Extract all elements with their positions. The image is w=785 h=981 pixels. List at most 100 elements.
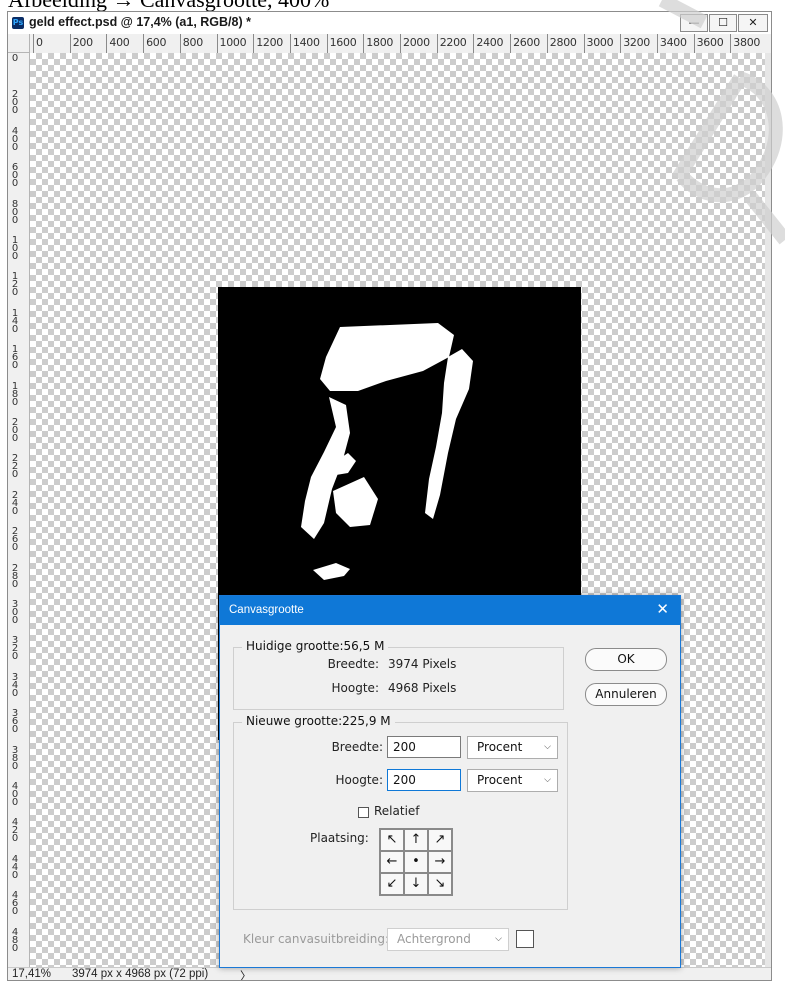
maximize-button[interactable]: ☐ xyxy=(709,14,737,32)
ruler-top-label: 2400 xyxy=(476,36,504,49)
ruler-top-label: 3000 xyxy=(586,36,614,49)
height-unit-select[interactable]: Procent ⌵ xyxy=(467,769,558,792)
ruler-top-label: 800 xyxy=(182,36,203,49)
vertical-ruler[interactable]: 0 2 0 0 4 0 0 6 0 0 8 0 0 1 0 0 1 2 0 1 4 0 1 6 … xyxy=(8,53,30,968)
ruler-origin[interactable] xyxy=(8,34,30,53)
ruler-tick xyxy=(400,34,401,53)
ruler-left-label: 1 6 0 xyxy=(11,344,19,372)
cancel-button[interactable]: Annuleren xyxy=(585,683,667,706)
ruler-tick xyxy=(363,34,365,53)
ruler-left-label: 2 8 0 xyxy=(11,562,19,590)
vertical-scrollbar[interactable] xyxy=(765,53,771,968)
ruler-tick xyxy=(289,34,291,53)
relative-label[interactable]: Relatief xyxy=(374,804,420,818)
ruler-top-label: 1000 xyxy=(219,36,247,49)
ruler-top-label: 2600 xyxy=(513,36,540,49)
relative-checkbox[interactable] xyxy=(358,807,369,818)
ruler-left-label: 3 6 0 xyxy=(11,708,19,736)
ruler-top-label: 1400 xyxy=(292,36,320,49)
new-height-input[interactable]: 200 xyxy=(387,769,461,791)
width-unit-value: Procent xyxy=(477,740,523,754)
anchor-cell[interactable]: → xyxy=(428,851,452,873)
ruler-tick xyxy=(326,34,328,53)
dialog-title-bar: Canvasgrootte ✕ xyxy=(220,596,680,625)
ruler-top-label: 3600 xyxy=(696,36,724,49)
anchor-cell[interactable]: ↑ xyxy=(404,829,428,851)
zoom-level[interactable]: 17,41% xyxy=(12,968,51,980)
ruler-tick xyxy=(620,34,622,53)
new-size-legend: Nieuwe grootte:225,9 M xyxy=(242,714,395,728)
canvas-size-dialog: Canvasgrootte ✕ Huidige grootte:56,5 M B… xyxy=(219,595,681,968)
ruler-left-label: 2 4 0 xyxy=(11,489,19,517)
ruler-left-label: 3 4 0 xyxy=(11,671,19,699)
status-bar: 17,41% 3974 px x 4968 px (72 ppi) 〉 xyxy=(8,967,771,980)
ruler-tick xyxy=(106,34,108,53)
ruler-left-label: 2 2 0 xyxy=(11,453,19,481)
current-height-value: 4968 Pixels xyxy=(388,681,457,695)
ruler-top-label: 3800 xyxy=(733,36,761,49)
ruler-left-label: 4 4 0 xyxy=(11,853,19,881)
ruler-top-label: 2200 xyxy=(439,36,467,49)
ruler-left-label: 1 8 0 xyxy=(11,380,19,408)
anchor-cell[interactable]: ↓ xyxy=(404,873,428,895)
ruler-left-label: 0 xyxy=(11,53,19,64)
ruler-left-label: 3 0 0 xyxy=(11,599,19,626)
ruler-tick xyxy=(179,34,181,53)
new-size-group: Nieuwe grootte:225,9 M Breedte: 200 Proc… xyxy=(233,714,568,910)
ruler-left-label: 6 0 0 xyxy=(11,162,19,190)
chevron-down-icon: ⌵ xyxy=(544,742,551,752)
ruler-tick xyxy=(730,34,732,53)
title-bar: Ps geld effect.psd @ 17,4% (a1, RGB/8) *… xyxy=(8,12,771,34)
ruler-top-label: 600 xyxy=(146,36,167,49)
document-dimensions: 3974 px x 4968 px (72 ppi) xyxy=(72,968,209,980)
extension-color-value: Achtergrond xyxy=(397,932,471,946)
anchor-cell[interactable]: ↙ xyxy=(380,873,404,895)
ruler-left-label: 4 0 0 xyxy=(11,781,19,808)
dialog-title: Canvasgrootte xyxy=(229,604,304,616)
close-window-button[interactable]: ✕ xyxy=(738,14,768,32)
width-unit-select[interactable]: Procent ⌵ xyxy=(467,736,558,759)
ruler-tick xyxy=(69,34,71,53)
anchor-cell[interactable]: ← xyxy=(380,851,404,873)
ruler-left-label: 4 2 0 xyxy=(11,817,19,845)
extension-color-select: Achtergrond ⌵ xyxy=(387,928,509,951)
ruler-left-label: 1 4 0 xyxy=(11,307,19,335)
ruler-left-label: 1 0 0 xyxy=(11,235,19,262)
ruler-tick xyxy=(693,34,695,53)
ok-button[interactable]: OK xyxy=(585,648,667,671)
ruler-top-label: 3400 xyxy=(659,36,687,49)
ruler-left-label: 2 6 0 xyxy=(11,526,19,554)
current-width-value: 3974 Pixels xyxy=(388,657,457,671)
new-height-label: Hoogte: xyxy=(335,773,383,787)
minimize-button[interactable]: — xyxy=(680,14,708,32)
dialog-close-icon[interactable]: ✕ xyxy=(656,600,669,618)
new-width-label: Breedte: xyxy=(331,740,383,754)
ruler-left-label: 1 2 0 xyxy=(11,271,19,299)
ruler-left-label: 3 8 0 xyxy=(11,744,19,772)
ruler-left-label: 2 0 0 xyxy=(11,89,19,117)
anchor-cell[interactable]: ↘ xyxy=(428,873,452,895)
ruler-top-label: 2800 xyxy=(549,36,577,49)
status-menu-arrow-icon[interactable]: 〉 xyxy=(240,968,252,980)
ruler-tick xyxy=(33,34,34,53)
anchor-cell[interactable]: ↗ xyxy=(428,829,452,851)
ruler-tick xyxy=(656,34,658,53)
current-width-label: Breedte: xyxy=(327,657,379,671)
anchor-cell[interactable]: ↖ xyxy=(380,829,404,851)
photoshop-icon: Ps xyxy=(12,17,24,29)
ruler-left-label: 2 0 0 xyxy=(11,417,19,444)
horizontal-ruler[interactable]: 0 200 400 600 800 1000 1200 1400 1600 1800 2000 220… xyxy=(30,34,765,54)
document-title: geld effect.psd @ 17,4% (a1, RGB/8) * xyxy=(29,15,251,29)
new-width-input[interactable]: 200 xyxy=(387,736,461,758)
current-size-group: Huidige grootte:56,5 M Breedte: 3974 Pix… xyxy=(233,639,564,710)
ruler-tick xyxy=(583,34,585,53)
current-size-legend: Huidige grootte:56,5 M xyxy=(242,639,389,653)
anchor-cell[interactable]: • xyxy=(404,851,428,873)
ruler-tick xyxy=(473,34,475,53)
ruler-top-label: 400 xyxy=(109,36,130,49)
chevron-down-icon: ⌵ xyxy=(495,934,502,944)
ruler-left-label: 3 2 0 xyxy=(11,635,19,663)
ruler-top-label: 200 xyxy=(72,36,93,49)
ruler-left-label: 4 8 0 xyxy=(11,926,19,954)
extension-color-swatch[interactable] xyxy=(516,930,534,948)
